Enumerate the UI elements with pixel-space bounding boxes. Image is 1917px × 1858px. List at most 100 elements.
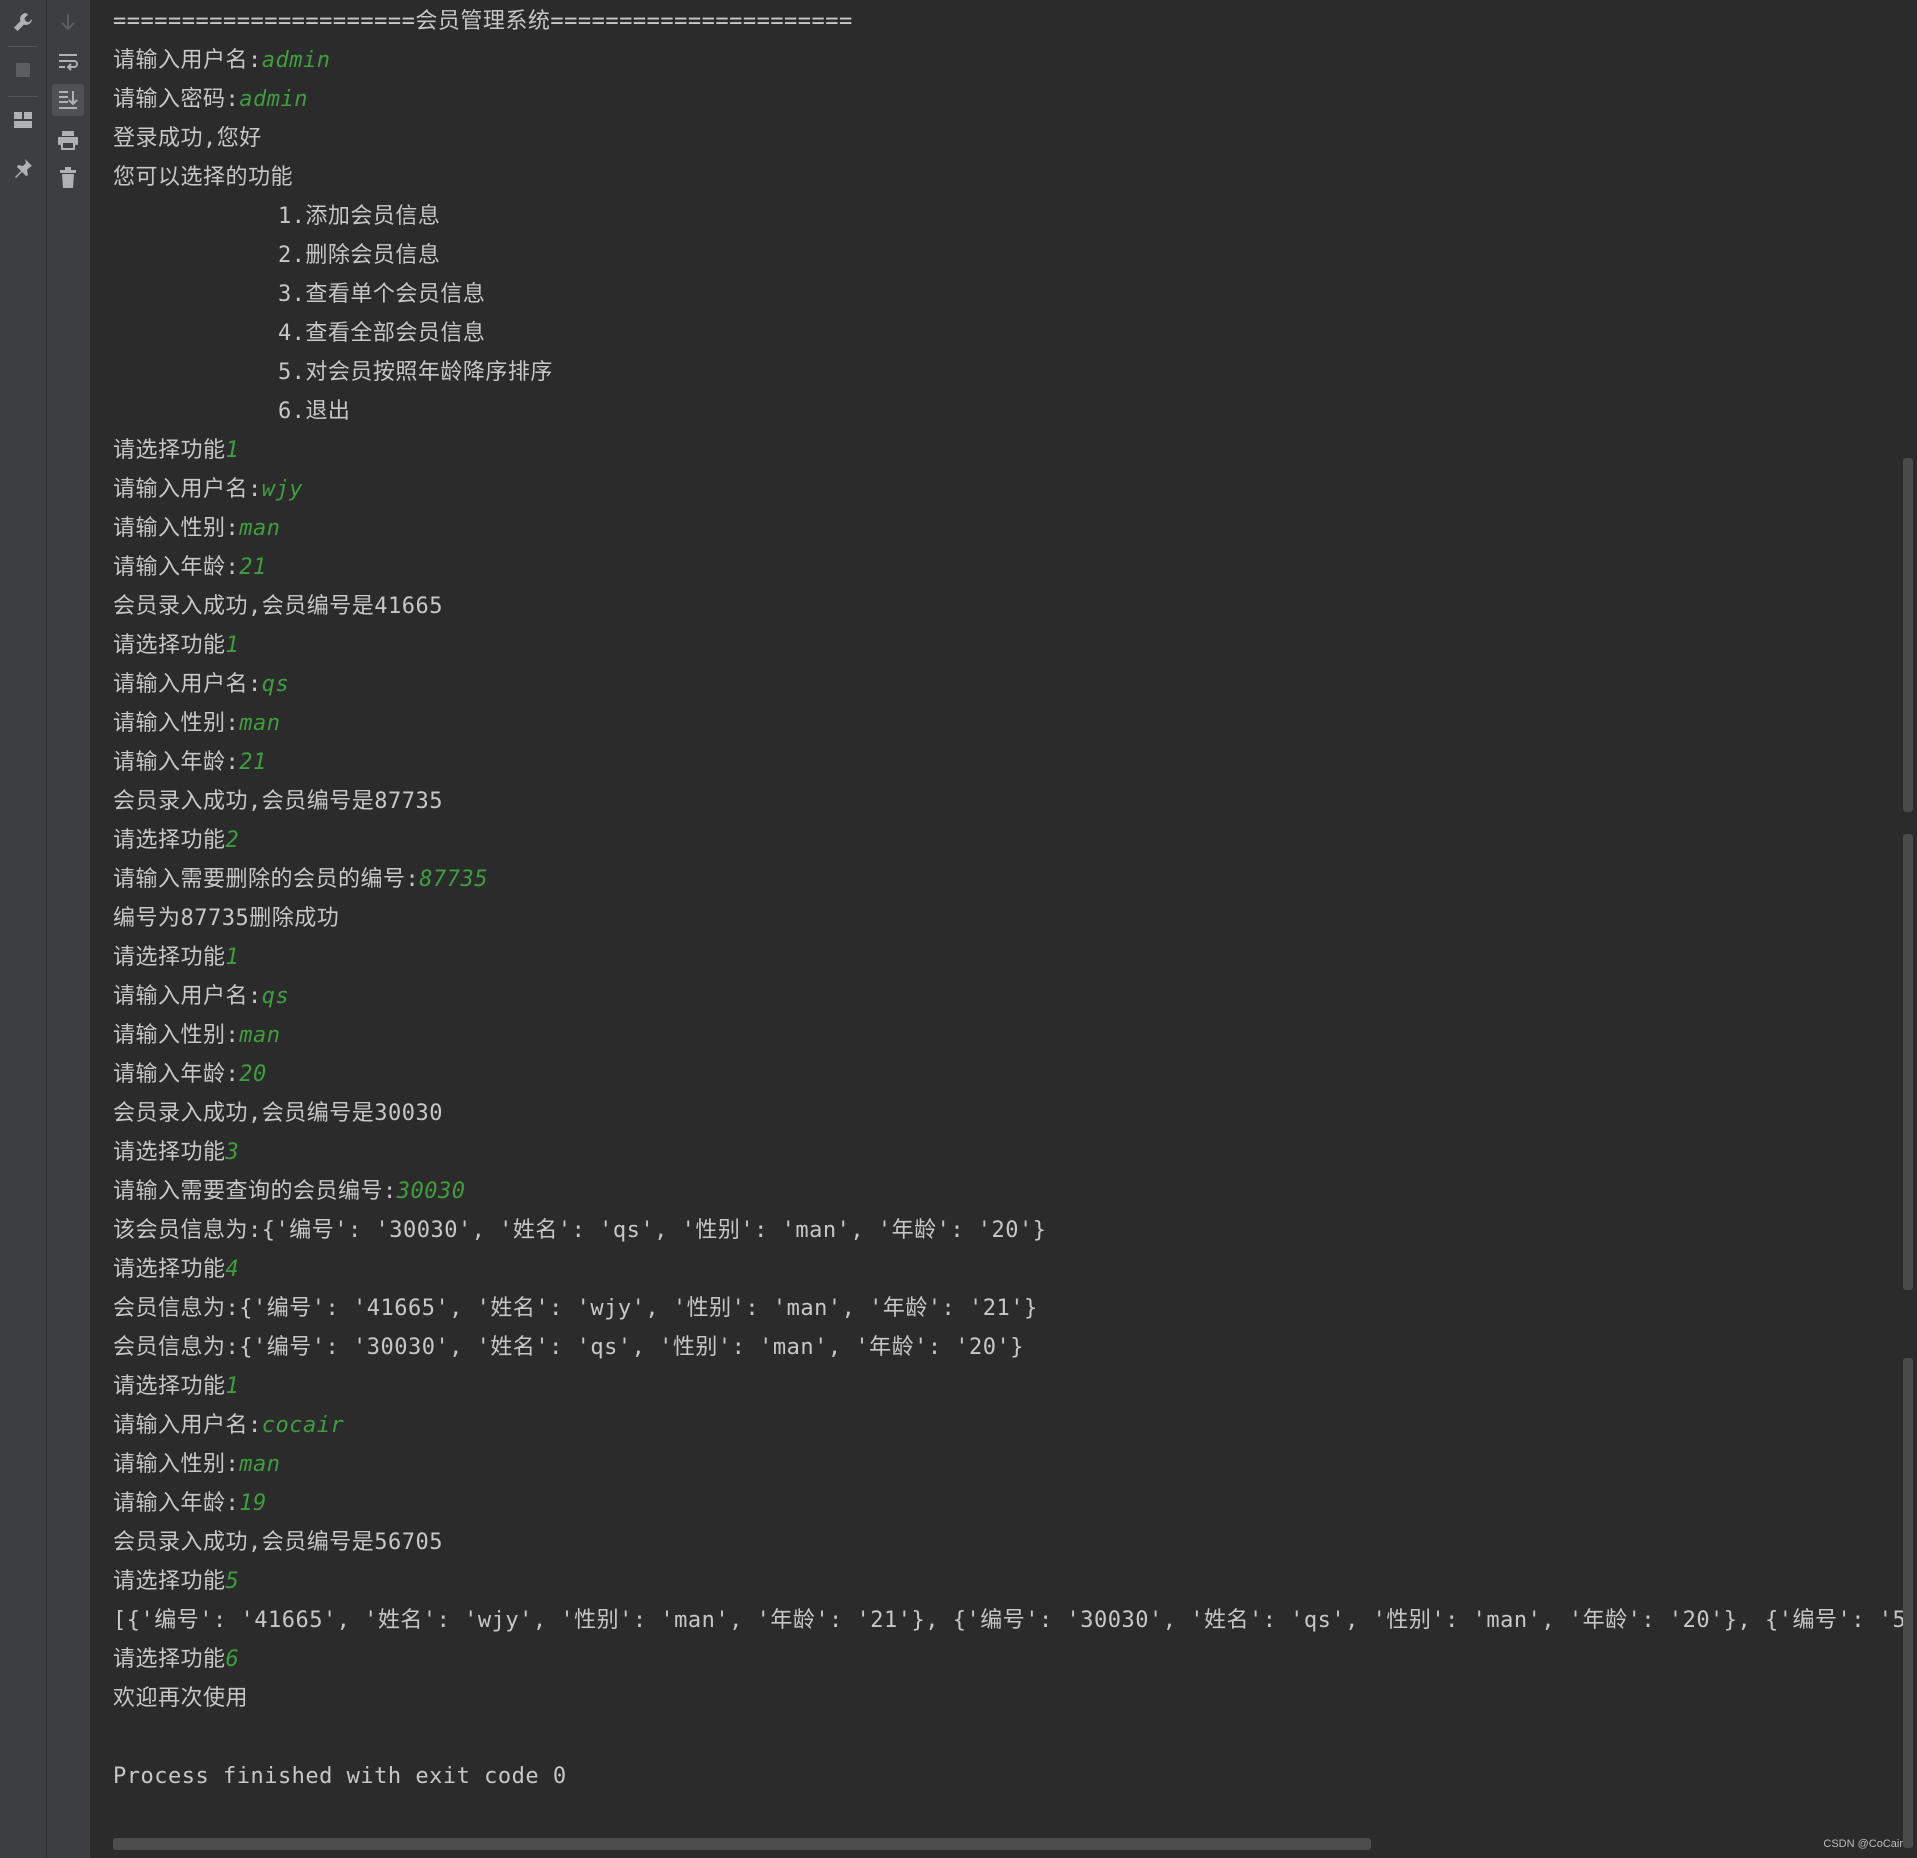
console-output-text: 请选择功能: [113, 1257, 226, 1282]
console-line: [{'编号': '41665', '姓名': 'wjy', '性别': 'man…: [113, 1601, 1903, 1640]
scroll-down-icon[interactable]: [52, 6, 84, 38]
console-output-text: 请选择功能: [113, 1569, 226, 1594]
console-line: 请输入用户名:qs: [113, 665, 289, 704]
watermark: CSDN @CoCair: [1823, 1838, 1903, 1850]
console-line: 请输入性别:man: [113, 1445, 281, 1484]
trash-icon[interactable]: [52, 162, 84, 194]
vertical-scrollbar-thumb[interactable]: [1903, 458, 1913, 812]
console-output-text: 请输入用户名:: [113, 1413, 262, 1438]
user-input-text: 1: [225, 633, 240, 658]
console-output-text: 请输入需要查询的会员编号:: [113, 1179, 397, 1204]
layout-icon[interactable]: [7, 104, 39, 136]
vertical-scrollbar-thumb[interactable]: [1903, 1358, 1913, 1848]
console-line: 请选择功能1: [113, 626, 239, 665]
stop-icon[interactable]: [7, 54, 39, 86]
console-line: 登录成功,您好: [113, 119, 262, 158]
console-line: 1.添加会员信息: [113, 197, 440, 236]
vertical-scrollbar-thumb[interactable]: [1903, 834, 1913, 1290]
console-line: 请输入用户名:cocair: [113, 1406, 344, 1445]
console-line: 5.对会员按照年龄降序排序: [113, 353, 553, 392]
console-line: 会员录入成功,会员编号是30030: [113, 1094, 443, 1133]
console-output-text: 请选择功能: [113, 828, 226, 853]
toolbar-separator: [8, 46, 38, 47]
scroll-to-end-icon[interactable]: [52, 84, 84, 116]
console-line: 请输入年龄:19: [113, 1484, 267, 1523]
console-line: 请输入性别:man: [113, 509, 281, 548]
console-output-text: 登录成功,您好: [113, 126, 262, 151]
wrench-icon[interactable]: [7, 6, 39, 38]
user-input-text: man: [239, 711, 281, 736]
console-output-text: 请输入年龄:: [113, 555, 240, 580]
console-output-text: 会员录入成功,会员编号是56705: [113, 1530, 443, 1555]
console-output-text: 请输入年龄:: [113, 1491, 240, 1516]
user-input-text: 6: [225, 1647, 240, 1672]
user-input-text: 20: [239, 1062, 267, 1087]
console-line: 请输入用户名:wjy: [113, 470, 303, 509]
console-line: 请输入用户名:admin: [113, 41, 330, 80]
console-line: 会员信息为:{'编号': '41665', '姓名': 'wjy', '性别':…: [113, 1289, 1038, 1328]
console-toolbar-right: [47, 0, 91, 1858]
console-line: 请选择功能6: [113, 1640, 239, 1679]
console-output-text: 请输入年龄:: [113, 750, 240, 775]
pin-icon[interactable]: [7, 152, 39, 184]
user-input-text: 3: [225, 1140, 240, 1165]
console-output-text: 会员信息为:{'编号': '30030', '姓名': 'qs', '性别': …: [113, 1335, 1025, 1360]
console-output-text: 请选择功能: [113, 438, 226, 463]
user-input-text: 19: [239, 1491, 267, 1516]
console-line: 编号为87735删除成功: [113, 899, 339, 938]
console-output-text: 请输入密码:: [113, 87, 240, 112]
console-output-text: 2.删除会员信息: [113, 243, 441, 268]
console-line: 会员录入成功,会员编号是41665: [113, 587, 443, 626]
console-line: 该会员信息为:{'编号': '30030', '姓名': 'qs', '性别':…: [113, 1211, 1047, 1250]
soft-wrap-icon[interactable]: [52, 46, 84, 78]
user-input-text: 5: [225, 1569, 240, 1594]
console-output-text: 请输入性别:: [113, 711, 240, 736]
console-output-text: 请输入用户名:: [113, 672, 262, 697]
user-input-text: qs: [261, 984, 290, 1009]
console-output-text: 请选择功能: [113, 633, 226, 658]
user-input-text: man: [239, 1023, 281, 1048]
console-output-text: 欢迎再次使用: [113, 1686, 249, 1711]
console-output[interactable]: ======================会员管理系统============…: [91, 0, 1903, 1830]
console-line: 4.查看全部会员信息: [113, 314, 485, 353]
console-output-text: 1.添加会员信息: [113, 204, 441, 229]
console-output-text: 请选择功能: [113, 1647, 226, 1672]
console-line: 请输入性别:man: [113, 704, 281, 743]
console-line: 请输入需要删除的会员的编号:87735: [113, 860, 488, 899]
console-line: 请选择功能1: [113, 1367, 239, 1406]
console-toolbar-left: [0, 0, 47, 1858]
console-output-text: 会员录入成功,会员编号是87735: [113, 789, 443, 814]
console-output-text: 5.对会员按照年龄降序排序: [113, 360, 553, 385]
user-input-text: qs: [261, 672, 290, 697]
horizontal-scrollbar-thumb[interactable]: [113, 1838, 1371, 1850]
console-line: 请输入性别:man: [113, 1016, 281, 1055]
user-input-text: 30030: [396, 1179, 466, 1204]
console-output-text: 请输入用户名:: [113, 984, 262, 1009]
console-output-text: 请选择功能: [113, 945, 226, 970]
console-line: 欢迎再次使用: [113, 1679, 248, 1718]
console-line: 请选择功能4: [113, 1250, 239, 1289]
console-output-text: 请输入性别:: [113, 1023, 240, 1048]
console-output-text: 会员录入成功,会员编号是41665: [113, 594, 443, 619]
console-output-text: 请选择功能: [113, 1374, 226, 1399]
print-icon[interactable]: [52, 124, 84, 156]
console-line: 2.删除会员信息: [113, 236, 440, 275]
user-input-text: 21: [239, 555, 267, 580]
toolbar-separator: [8, 96, 38, 97]
console-output-text: [{'编号': '41665', '姓名': 'wjy', '性别': 'man…: [113, 1608, 1903, 1633]
console-line: 请选择功能1: [113, 431, 239, 470]
console-output-text: 请输入性别:: [113, 516, 240, 541]
process-exit-line: Process finished with exit code 0: [113, 1757, 567, 1796]
console-output-text: 会员录入成功,会员编号是30030: [113, 1101, 443, 1126]
user-input-text: wjy: [261, 477, 303, 502]
console-output-text: 请输入需要删除的会员的编号:: [113, 867, 420, 892]
console-line: 请选择功能3: [113, 1133, 239, 1172]
console-line: 会员信息为:{'编号': '30030', '姓名': 'qs', '性别': …: [113, 1328, 1024, 1367]
console-line: 会员录入成功,会员编号是87735: [113, 782, 443, 821]
console-output-text: 请输入用户名:: [113, 477, 262, 502]
user-input-text: 1: [225, 438, 240, 463]
console-output-text: 请输入用户名:: [113, 48, 262, 73]
console-output-text: 该会员信息为:{'编号': '30030', '姓名': 'qs', '性别':…: [113, 1218, 1047, 1243]
console-output-text: 请选择功能: [113, 1140, 226, 1165]
console-line: ======================会员管理系统============…: [113, 2, 853, 41]
